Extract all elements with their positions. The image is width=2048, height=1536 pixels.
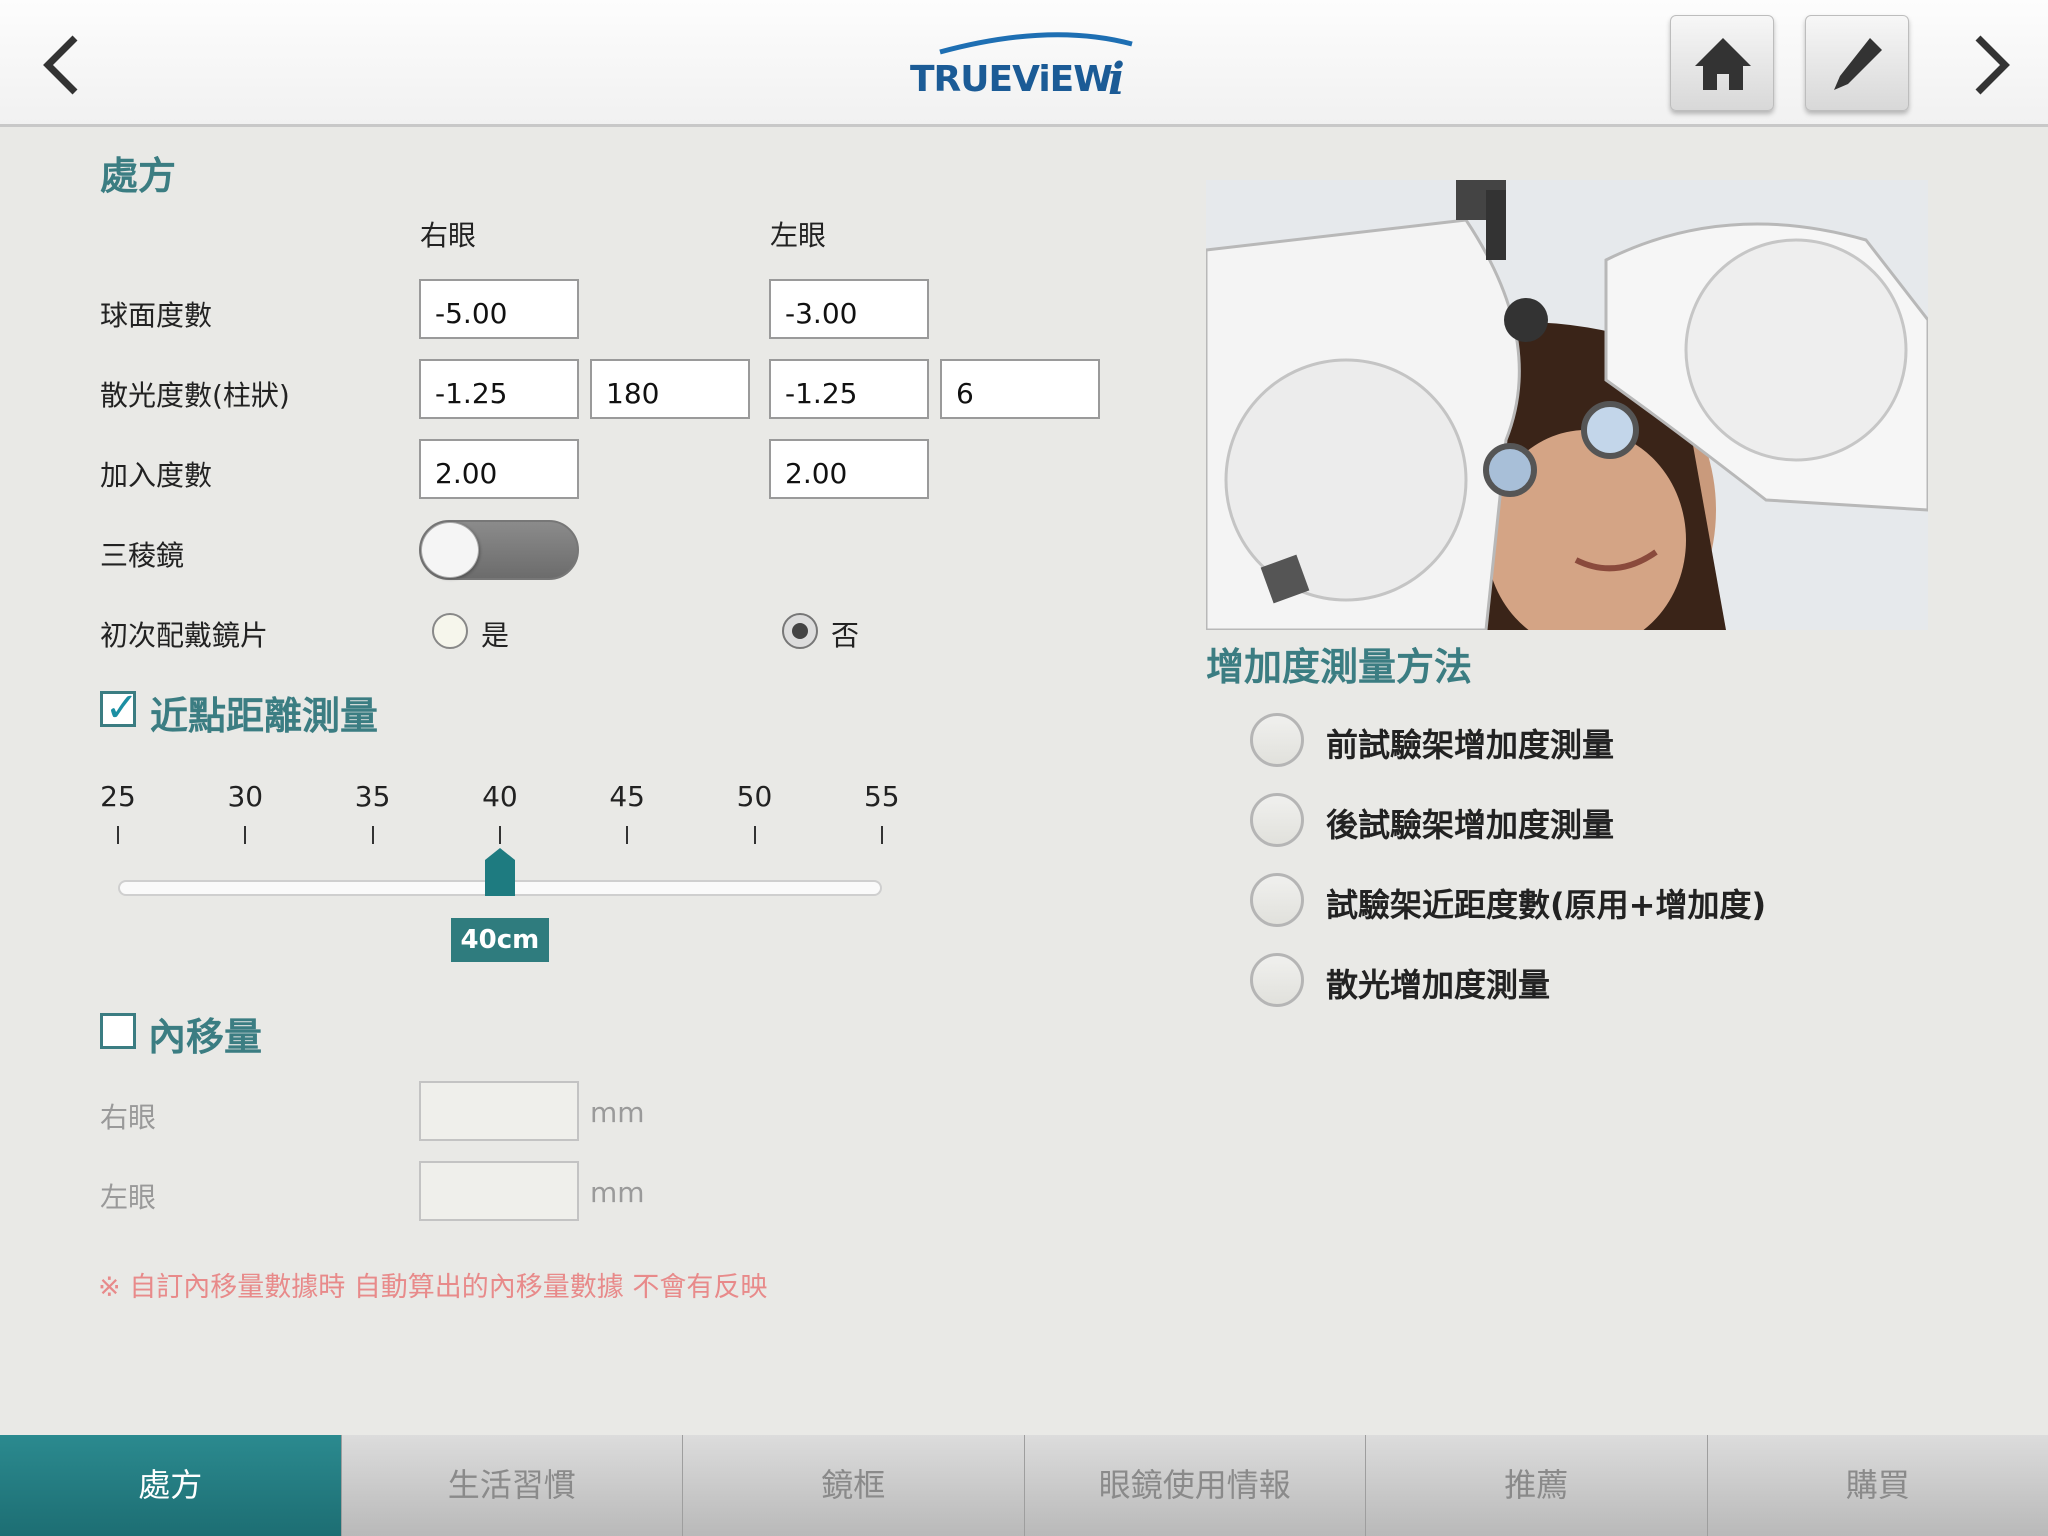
cylinder-label: 散光度數(柱狀): [100, 379, 290, 412]
phoropter-photo: [1206, 180, 1928, 630]
back-arrow-icon[interactable]: [30, 30, 100, 100]
method-radio-front[interactable]: [1250, 713, 1304, 767]
slider-tick-label: 50: [736, 780, 773, 813]
inset-right-field[interactable]: [419, 1081, 579, 1141]
top-bar: TRUEViEW i: [0, 0, 2048, 127]
method-radio-astig[interactable]: [1250, 953, 1304, 1007]
inset-note: ※ 自訂內移量數據時 自動算出的內移量數據 不會有反映: [98, 1272, 768, 1303]
prism-label: 三稜鏡: [100, 539, 185, 572]
method-radio-near[interactable]: [1250, 873, 1304, 927]
method-label-front: 前試驗架增加度測量: [1326, 726, 1615, 764]
home-button[interactable]: [1670, 15, 1774, 111]
slider-tick: [626, 826, 629, 844]
slider-tick: [244, 826, 247, 844]
logo-mark: i: [1108, 54, 1125, 105]
sphere-left-field[interactable]: -3.00: [769, 279, 929, 339]
tab-purchase[interactable]: 購買: [1706, 1435, 2048, 1536]
first-time-yes-label: 是: [481, 619, 510, 652]
edit-button[interactable]: [1805, 15, 1909, 111]
toggle-knob: [421, 522, 479, 578]
first-time-yes-radio[interactable]: [432, 613, 468, 649]
inset-left-field[interactable]: [419, 1161, 579, 1221]
inset-left-label: 左眼: [100, 1181, 157, 1214]
method-label-astig: 散光增加度測量: [1326, 966, 1551, 1004]
method-label-back: 後試驗架增加度測量: [1326, 806, 1615, 844]
prescription-title: 處方: [100, 154, 177, 198]
home-icon: [1695, 38, 1751, 90]
right-eye-header: 右眼: [420, 219, 477, 252]
add-left-field[interactable]: 2.00: [769, 439, 929, 499]
near-distance-title: 近點距離測量: [150, 694, 379, 738]
tab-lifestyle[interactable]: 生活習慣: [340, 1435, 682, 1536]
distance-slider-thumb[interactable]: [484, 848, 515, 896]
slider-tick-label: 55: [863, 780, 900, 813]
method-label-near: 試驗架近距度數(原用+增加度): [1326, 886, 1767, 924]
inset-title: 內移量: [148, 1015, 263, 1059]
slider-tick: [117, 826, 119, 844]
tab-recommend[interactable]: 推薦: [1365, 1435, 1707, 1536]
method-title: 增加度測量方法: [1206, 645, 1473, 689]
distance-value-badge: 40cm: [450, 918, 549, 962]
tab-usage-info[interactable]: 眼鏡使用情報: [1023, 1435, 1365, 1536]
method-radio-back[interactable]: [1250, 793, 1304, 847]
slider-tick: [498, 826, 501, 844]
slider-tick: [880, 826, 883, 844]
sphere-right-field[interactable]: -5.00: [419, 279, 579, 339]
left-eye-header: 左眼: [770, 219, 827, 252]
near-distance-checkbox[interactable]: ✓: [100, 685, 139, 731]
sphere-label: 球面度數: [100, 299, 213, 332]
first-time-no-radio[interactable]: [782, 613, 818, 649]
tab-frames[interactable]: 鏡框: [682, 1435, 1024, 1536]
add-right-field[interactable]: 2.00: [419, 439, 579, 499]
inset-right-unit: mm: [590, 1096, 645, 1129]
prism-toggle[interactable]: [419, 520, 579, 580]
first-time-label: 初次配戴鏡片: [100, 619, 269, 652]
pencil-icon: [1834, 38, 1882, 90]
bottom-tab-bar: 處方 生活習慣 鏡框 眼鏡使用情報 推薦 購買: [0, 1435, 2048, 1536]
axis-left-field[interactable]: 6: [940, 359, 1100, 419]
checkmark-icon: ✓: [105, 685, 139, 731]
slider-tick-label: 40: [482, 780, 518, 813]
trueview-logo: TRUEViEW i: [900, 24, 1150, 105]
cylinder-right-field[interactable]: -1.25: [419, 359, 579, 419]
inset-checkbox[interactable]: [100, 1013, 136, 1049]
first-time-no-label: 否: [831, 619, 860, 652]
axis-right-field[interactable]: 180: [590, 359, 750, 419]
slider-tick: [371, 826, 374, 844]
inset-right-label: 右眼: [100, 1101, 157, 1134]
slider-tick-label: 45: [609, 780, 645, 813]
forward-arrow-icon[interactable]: [1953, 30, 2023, 100]
slider-tick: [753, 826, 756, 844]
slider-tick-label: 30: [227, 780, 264, 813]
inset-left-unit: mm: [590, 1176, 645, 1209]
cylinder-left-field[interactable]: -1.25: [769, 359, 929, 419]
slider-tick-label: 35: [354, 780, 391, 813]
slider-tick-label: 25: [100, 780, 136, 813]
logo-text: TRUEViEW: [910, 59, 1113, 100]
tab-prescription[interactable]: 處方: [0, 1435, 341, 1536]
add-label: 加入度數: [100, 459, 213, 492]
